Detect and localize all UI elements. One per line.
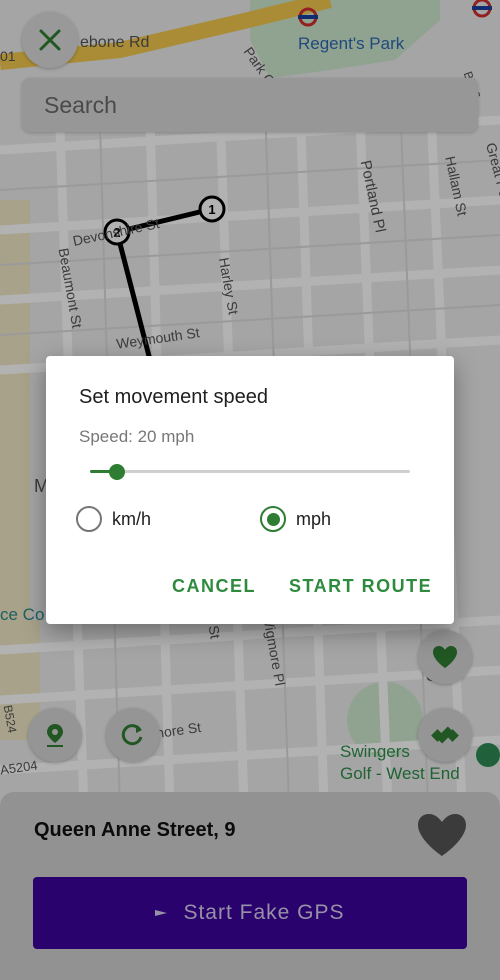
dialog-title: Set movement speed <box>79 386 268 408</box>
slider-thumb[interactable] <box>109 464 125 480</box>
speed-slider[interactable] <box>90 464 410 480</box>
radio-label-kmh: km/h <box>112 508 152 529</box>
app-screen: 1 2 01 ebone Rd Regent's Park Park C Gre… <box>0 0 500 980</box>
movement-speed-dialog: Set movement speed Speed: 20 mph km/h mp… <box>46 356 454 624</box>
radio-kmh[interactable]: km/h <box>76 506 151 532</box>
speed-value-text: Speed: 20 mph <box>79 427 195 446</box>
slider-track <box>90 470 410 473</box>
radio-circle <box>260 506 286 532</box>
radio-mph[interactable]: mph <box>260 506 331 532</box>
start-route-button[interactable]: START ROUTE <box>289 576 432 597</box>
cancel-button[interactable]: CANCEL <box>172 576 256 597</box>
radio-selected-dot <box>266 512 280 526</box>
radio-label-mph: mph <box>296 508 332 529</box>
radio-circle <box>76 506 102 532</box>
